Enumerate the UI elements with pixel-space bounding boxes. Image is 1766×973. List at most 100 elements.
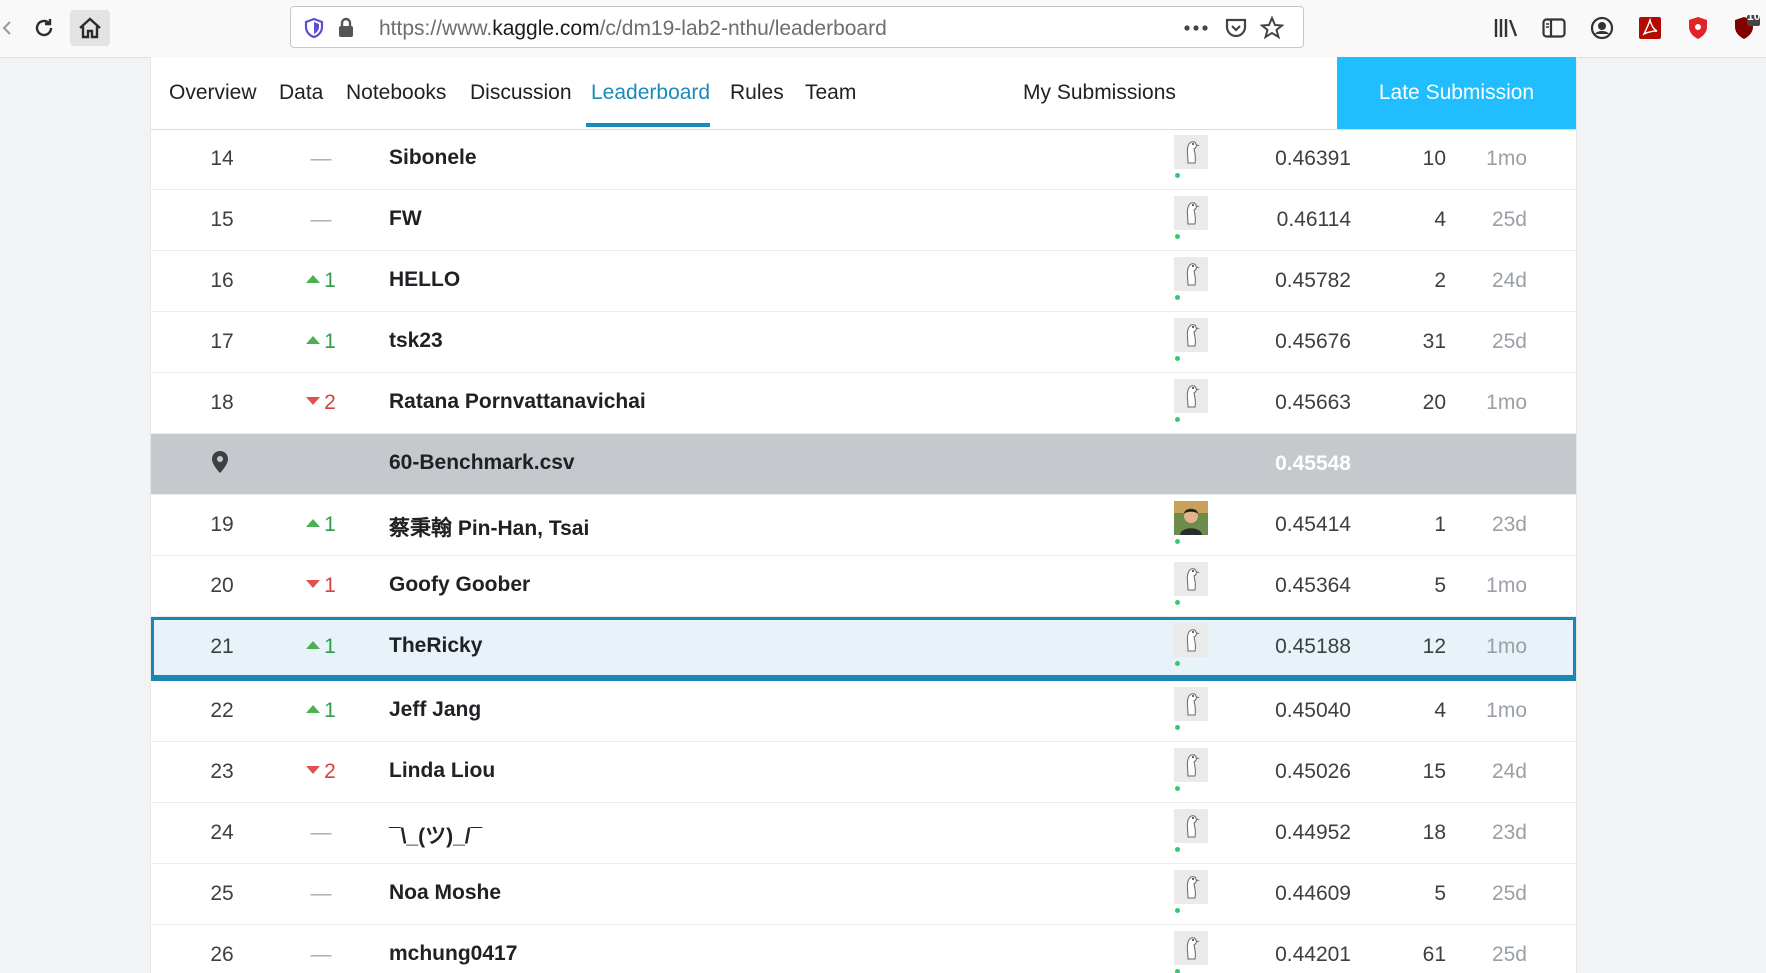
score: 0.45548: [1275, 452, 1351, 475]
rank-change-value: 1: [324, 635, 336, 658]
entries-count: 5: [1434, 574, 1446, 597]
team-avatar[interactable]: [1174, 623, 1208, 657]
default-avatar-icon: [1174, 135, 1208, 169]
team-avatar[interactable]: [1174, 501, 1208, 535]
last-submission: 1mo: [1486, 391, 1527, 414]
bookmark-star-icon[interactable]: [1259, 15, 1285, 41]
rank: 26: [210, 943, 234, 966]
account-icon[interactable]: [1588, 14, 1616, 42]
lock-icon[interactable]: [333, 15, 359, 41]
reload-icon[interactable]: [24, 10, 64, 46]
tab-team[interactable]: Team: [805, 81, 856, 105]
default-avatar-icon: [1174, 687, 1208, 721]
team-avatar[interactable]: [1174, 318, 1208, 352]
tab-rules[interactable]: Rules: [730, 81, 784, 105]
rank: 25: [210, 882, 234, 905]
score: 0.45364: [1275, 574, 1351, 597]
tab-leaderboard[interactable]: Leaderboard: [591, 81, 710, 105]
leaderboard-row[interactable]: 16 1 HELLO 0.45782 2 24d: [151, 251, 1576, 312]
team-avatar[interactable]: [1174, 870, 1208, 904]
tab-notebooks[interactable]: Notebooks: [346, 81, 446, 105]
rank: 15: [210, 208, 234, 231]
leaderboard-row[interactable]: 14 — Sibonele 0.46391 10 1mo: [151, 129, 1576, 190]
default-avatar-icon: [1174, 257, 1208, 291]
pocket-icon[interactable]: [1223, 15, 1249, 41]
leaderboard-row[interactable]: 19 1 蔡秉翰 Pin-Han, Tsai 0.45414 1 23d: [151, 495, 1576, 556]
rank-change: —: [310, 821, 332, 844]
rank-change-value: 1: [324, 699, 336, 722]
online-status-dot: [1175, 356, 1180, 361]
leaderboard-row[interactable]: 25 — Noa Moshe 0.44609 5 25d: [151, 864, 1576, 925]
entries-count: 5: [1434, 882, 1446, 905]
team-name[interactable]: 60-Benchmark.csv: [389, 451, 575, 475]
late-submission-button[interactable]: Late Submission: [1337, 57, 1576, 129]
address-bar[interactable]: https://www.kaggle.com/c/dm19-lab2-nthu/…: [290, 6, 1304, 48]
team-name[interactable]: tsk23: [389, 329, 443, 353]
team-name[interactable]: FW: [389, 207, 422, 231]
rank-up-icon: [306, 641, 321, 650]
team-name[interactable]: TheRicky: [389, 634, 482, 658]
rank-change: 1: [296, 699, 346, 723]
home-icon[interactable]: [70, 10, 110, 46]
score: 0.45782: [1275, 269, 1351, 292]
shield-extension-icon[interactable]: [1684, 14, 1712, 42]
rank: 24: [210, 821, 234, 844]
leaderboard-row[interactable]: 24 — ¯\_(ツ)_/¯ 0.44952 18 23d: [151, 803, 1576, 864]
rank-change: 2: [296, 391, 346, 415]
team-name[interactable]: Noa Moshe: [389, 881, 501, 905]
competition-tabs: Overview Data Notebooks Discussion Leade…: [151, 57, 1576, 130]
team-avatar[interactable]: [1174, 135, 1208, 169]
leaderboard-row[interactable]: 20 1 Goofy Goober 0.45364 5 1mo: [151, 556, 1576, 617]
team-name[interactable]: 蔡秉翰 Pin-Han, Tsai: [389, 512, 589, 542]
team-name[interactable]: HELLO: [389, 268, 460, 292]
sidebar-icon[interactable]: [1540, 14, 1568, 42]
team-avatar[interactable]: [1174, 809, 1208, 843]
team-name[interactable]: ¯\_(ツ)_/¯: [389, 820, 482, 850]
team-avatar[interactable]: [1174, 562, 1208, 596]
leaderboard-row[interactable]: 18 2 Ratana Pornvattanavichai 0.45663 20 1mo: [151, 373, 1576, 434]
pdf-icon[interactable]: [1636, 14, 1664, 42]
last-submission: 23d: [1491, 513, 1527, 536]
team-avatar[interactable]: [1174, 687, 1208, 721]
team-name[interactable]: Sibonele: [389, 146, 477, 170]
more-actions-icon[interactable]: [1183, 15, 1209, 41]
team-name[interactable]: mchung0417: [389, 942, 517, 966]
url-prefix: https://www.: [379, 17, 493, 40]
leaderboard-row[interactable]: 26 — mchung0417 0.44201 61 25d: [151, 925, 1576, 973]
leaderboard-row[interactable]: 23 2 Linda Liou 0.45026 15 24d: [151, 742, 1576, 803]
rank: 14: [210, 147, 234, 170]
team-name[interactable]: Jeff Jang: [389, 698, 481, 722]
rank-down-icon: [306, 580, 321, 589]
leaderboard-row[interactable]: 17 1 tsk23 0.45676 31 25d: [151, 312, 1576, 373]
url-text[interactable]: https://www.kaggle.com/c/dm19-lab2-nthu/…: [379, 17, 887, 41]
team-name[interactable]: Linda Liou: [389, 759, 495, 783]
score: 0.46114: [1276, 208, 1351, 231]
team-name[interactable]: Ratana Pornvattanavichai: [389, 390, 646, 414]
online-status-dot: [1175, 908, 1180, 913]
team-name[interactable]: Goofy Goober: [389, 573, 530, 597]
benchmark-row[interactable]: 60-Benchmark.csv 0.45548: [151, 434, 1576, 495]
rank-change-value: 1: [324, 574, 336, 597]
score: 0.45414: [1275, 513, 1351, 536]
online-status-dot: [1175, 725, 1180, 730]
my-submissions-link[interactable]: My Submissions: [1023, 81, 1176, 105]
team-avatar[interactable]: [1174, 196, 1208, 230]
ublock-icon[interactable]: 10: [1728, 9, 1766, 42]
score: 0.45676: [1275, 330, 1351, 353]
team-avatar[interactable]: [1174, 931, 1208, 965]
entries-count: 10: [1422, 147, 1446, 170]
team-avatar[interactable]: [1174, 379, 1208, 413]
tab-discussion[interactable]: Discussion: [470, 81, 572, 105]
url-path: /c/dm19-lab2-nthu/leaderboard: [599, 17, 887, 40]
tab-data[interactable]: Data: [279, 81, 323, 105]
team-avatar[interactable]: [1174, 257, 1208, 291]
library-icon[interactable]: [1492, 14, 1520, 42]
leaderboard-row[interactable]: 15 — FW 0.46114 4 25d: [151, 190, 1576, 251]
tracking-shield-icon[interactable]: [301, 15, 327, 41]
team-avatar[interactable]: [1174, 748, 1208, 782]
tab-overview[interactable]: Overview: [169, 81, 257, 105]
my-team-row[interactable]: 21 1 TheRicky 0.45188 12 1mo: [151, 617, 1576, 681]
last-submission: 25d: [1491, 330, 1527, 353]
leaderboard-row[interactable]: 22 1 Jeff Jang 0.45040 4 1mo: [151, 681, 1576, 742]
back-arrow-icon[interactable]: [0, 10, 14, 46]
